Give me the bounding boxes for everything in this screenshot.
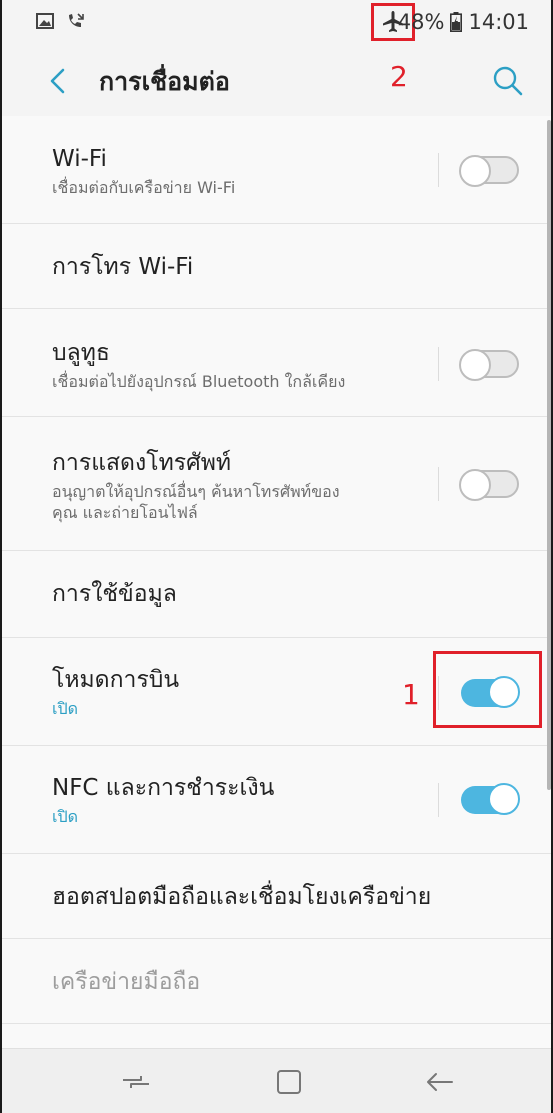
wifi-toggle[interactable] [459, 155, 519, 187]
setting-title: การโทร Wi-Fi [52, 254, 194, 280]
setting-title: NFC และการชำระเงิน [52, 775, 275, 801]
annotation-box-1 [433, 651, 542, 728]
setting-title: การใช้ข้อมูล [52, 581, 177, 607]
setting-subtitle: เชื่อมต่อไปยังอุปกรณ์ Bluetooth ใกล้เคีย… [52, 372, 346, 391]
home-icon[interactable] [273, 1067, 305, 1097]
toggle-divider [438, 467, 439, 501]
bluetooth-toggle[interactable] [459, 349, 519, 381]
battery-percent: 48% [397, 10, 445, 34]
setting-row-phone-visibility[interactable]: การแสดงโทรศัพท์ อนุญาตให้อุปกรณ์อื่นๆ ค้… [2, 417, 551, 551]
setting-row-wifi[interactable]: Wi-Fi เชื่อมต่อกับเครือข่าย Wi-Fi [2, 116, 551, 224]
status-right: 48% 14:01 [376, 10, 529, 34]
setting-title: Wi-Fi [52, 146, 107, 172]
setting-row-bluetooth[interactable]: บลูทูธ เชื่อมต่อไปยังอุปกรณ์ Bluetooth ใ… [2, 309, 551, 417]
scrollbar[interactable] [547, 120, 551, 790]
phone-screen: 48% 14:01 การเชื่อมต่อ 2 Wi-Fi เชื่อมต่อ… [0, 0, 553, 1113]
clock: 14:01 [468, 10, 529, 34]
navigation-bar [2, 1048, 551, 1113]
setting-subtitle-line2: คุณ และถ่ายโอนไฟล์ [52, 503, 198, 522]
battery-icon [450, 12, 463, 32]
nfc-toggle[interactable] [461, 783, 520, 815]
setting-title: ฮอตสปอตมือถือและเชื่อมโยงเครือข่าย [52, 884, 432, 910]
setting-row-data-usage[interactable]: การใช้ข้อมูล [2, 551, 551, 638]
back-arrow-icon[interactable] [44, 66, 74, 96]
toggle-knob [488, 783, 520, 815]
toggle-divider [438, 153, 439, 187]
toggle-knob [459, 469, 491, 501]
setting-text: การโทร Wi-Fi [52, 252, 521, 282]
status-bar: 48% 14:01 [2, 0, 551, 46]
setting-subtitle: เปิด [52, 807, 79, 826]
setting-text: เครือข่ายมือถือ [52, 967, 521, 997]
app-bar: การเชื่อมต่อ 2 [2, 46, 551, 116]
status-left-icons [36, 12, 86, 30]
setting-text: Wi-Fi เชื่อมต่อกับเครือข่าย Wi-Fi [52, 144, 521, 198]
setting-row-mobile-networks[interactable]: เครือข่ายมือถือ [2, 939, 551, 1024]
missed-call-icon [69, 13, 84, 27]
toggle-divider [438, 783, 439, 817]
setting-text: NFC และการชำระเงิน เปิด [52, 773, 521, 827]
page-title: การเชื่อมต่อ [99, 67, 230, 96]
setting-subtitle: อนุญาตให้อุปกรณ์อื่นๆ ค้นหาโทรศัพท์ของ [52, 482, 340, 501]
setting-title: บลูทูธ [52, 340, 110, 366]
setting-row-hotspot[interactable]: ฮอตสปอตมือถือและเชื่อมโยงเครือข่าย [2, 854, 551, 939]
back-nav-icon[interactable] [424, 1067, 456, 1097]
setting-subtitle: เชื่อมต่อกับเครือข่าย Wi-Fi [52, 178, 236, 197]
setting-text: การแสดงโทรศัพท์ อนุญาตให้อุปกรณ์อื่นๆ ค้… [52, 448, 521, 523]
setting-row-nfc[interactable]: NFC และการชำระเงิน เปิด [2, 746, 551, 854]
phone-visibility-toggle[interactable] [459, 469, 519, 501]
setting-title: การแสดงโทรศัพท์ [52, 450, 232, 476]
toggle-knob [459, 155, 491, 187]
recent-apps-icon[interactable] [120, 1067, 152, 1097]
settings-list: Wi-Fi เชื่อมต่อกับเครือข่าย Wi-Fi การโทร… [2, 116, 551, 1024]
search-icon[interactable] [491, 64, 525, 98]
setting-text: ฮอตสปอตมือถือและเชื่อมโยงเครือข่าย [52, 882, 521, 912]
setting-text: บลูทูธ เชื่อมต่อไปยังอุปกรณ์ Bluetooth ใ… [52, 338, 521, 392]
annotation-marker-1: 1 [402, 678, 420, 711]
gallery-icon [36, 13, 54, 29]
setting-row-wifi-calling[interactable]: การโทร Wi-Fi [2, 224, 551, 309]
setting-title: เครือข่ายมือถือ [52, 969, 201, 995]
toggle-knob [459, 349, 491, 381]
setting-text: การใช้ข้อมูล [52, 579, 521, 609]
annotation-marker-2: 2 [390, 60, 408, 93]
toggle-divider [438, 347, 439, 381]
